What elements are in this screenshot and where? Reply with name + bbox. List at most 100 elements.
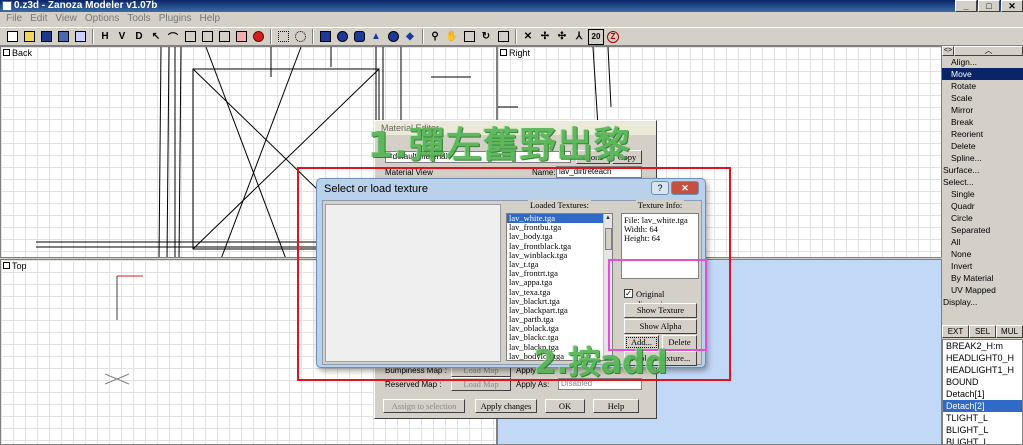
object-list-item[interactable]: Detach[2] (943, 400, 1022, 412)
assign-to-selection-button[interactable]: Assign to selection (383, 399, 465, 413)
toolbar-separator (312, 29, 314, 44)
command-item-single[interactable]: Single (942, 188, 1023, 200)
command-item-select[interactable]: Select... (942, 176, 1023, 188)
minimize-button[interactable]: _ (955, 0, 977, 12)
open-folder-icon[interactable] (21, 29, 37, 45)
menu-bar: File Edit View Options Tools Plugins Hel… (0, 12, 1023, 26)
menu-plugins[interactable]: Plugins (155, 12, 196, 26)
command-item-scale[interactable]: Scale (942, 92, 1023, 104)
command-list: Align... Move Rotate Scale Mirror Break Reorie… (942, 56, 1023, 308)
box-outline-icon[interactable] (216, 29, 232, 45)
view-v-button[interactable]: V (114, 29, 130, 45)
panel-toggle-button[interactable]: <> (942, 46, 954, 56)
help-button[interactable]: Help (593, 399, 639, 413)
box-icon[interactable] (199, 29, 215, 45)
panel-tabs: EXT SEL MUL (942, 325, 1023, 338)
object-list-item[interactable]: Detach[1] (943, 388, 1022, 400)
prim-cylinder-icon[interactable] (351, 29, 367, 45)
ok-button[interactable]: OK (545, 399, 585, 413)
zoom-20-icon[interactable]: 20 (588, 28, 604, 45)
view-cube-icon[interactable] (461, 29, 477, 45)
view-frame-icon[interactable] (495, 29, 511, 45)
view-d-button[interactable]: D (131, 29, 147, 45)
app-window: 0.z3d - Zanoza Modeler v1.07b _ □ ✕ File… (0, 0, 1023, 445)
select-rect-icon[interactable] (275, 29, 291, 45)
save-icon[interactable] (38, 29, 54, 45)
command-item-break[interactable]: Break (942, 116, 1023, 128)
object-list-item[interactable]: HEADLIGHT1_H (943, 364, 1022, 376)
pan-icon[interactable]: ✋ (444, 29, 460, 45)
menu-tools[interactable]: Tools (123, 12, 154, 26)
save-all-icon[interactable] (55, 29, 71, 45)
command-item-reorient[interactable]: Reorient (942, 128, 1023, 140)
command-item-align[interactable]: Align... (942, 56, 1023, 68)
toolbar-separator (270, 29, 272, 44)
toolbar-separator (515, 29, 517, 44)
object-list-item[interactable]: TLIGHT_L (943, 412, 1022, 424)
z-mode-icon[interactable]: Z (605, 29, 621, 45)
window-controls: _ □ ✕ (954, 0, 1023, 12)
menu-view[interactable]: View (51, 12, 81, 26)
view-h-button[interactable]: H (97, 29, 113, 45)
command-item-all[interactable]: All (942, 236, 1023, 248)
prim-cube-icon[interactable] (317, 29, 333, 45)
object-list-item[interactable]: BLIGHT_L (943, 436, 1022, 444)
axis-y-icon[interactable]: ✣ (554, 29, 570, 45)
panel-header: <> ︿ (942, 46, 1023, 56)
import-icon[interactable] (72, 29, 88, 45)
box-fill-icon[interactable] (233, 29, 249, 45)
command-item-delete[interactable]: Delete (942, 140, 1023, 152)
axis-x-icon[interactable]: ✢ (537, 29, 553, 45)
close-button[interactable]: ✕ (1001, 0, 1023, 12)
axis-z-icon[interactable]: ⅄ (571, 29, 587, 45)
cube-icon[interactable] (182, 29, 198, 45)
view-rotate-icon[interactable]: ↻ (478, 29, 494, 45)
object-list-item[interactable]: BREAK2_H:m (943, 340, 1022, 352)
tab-sel[interactable]: SEL (969, 325, 996, 338)
command-item-quadr[interactable]: Quadr (942, 200, 1023, 212)
title-bar[interactable]: 0.z3d - Zanoza Modeler v1.07b _ □ ✕ (0, 0, 1023, 12)
command-item-mirror[interactable]: Mirror (942, 104, 1023, 116)
command-item-none[interactable]: None (942, 248, 1023, 260)
menu-edit[interactable]: Edit (26, 12, 51, 26)
axis-icon[interactable]: ✕ (520, 29, 536, 45)
apply-changes-button[interactable]: Apply changes (475, 399, 537, 413)
zoom-icon[interactable]: ⚲ (427, 29, 443, 45)
command-item-separated[interactable]: Separated (942, 224, 1023, 236)
command-item-by-material[interactable]: By Material (942, 272, 1023, 284)
annotation-step-2: 2.按add (534, 343, 668, 381)
window-title: 0.z3d - Zanoza Modeler v1.07b (14, 0, 158, 11)
command-item-display[interactable]: Display... (942, 296, 1023, 308)
curve-icon[interactable]: ⌒ (165, 29, 181, 45)
toolbar-separator (92, 29, 94, 44)
object-list-item[interactable]: HEADLIGHT0_H (943, 352, 1022, 364)
command-item-invert[interactable]: Invert (942, 260, 1023, 272)
object-list-item[interactable]: BLIGHT_L (943, 424, 1022, 436)
command-item-move[interactable]: Move (942, 68, 1023, 80)
command-item-rotate[interactable]: Rotate (942, 80, 1023, 92)
menu-file[interactable]: File (2, 12, 26, 26)
toolbar: H V D ↖ ⌒ ▲ ◆ ⚲ ✋ ↻ ✕ ✢ ✣ ⅄ 20 Z (0, 27, 1023, 46)
prim-cone-icon[interactable]: ▲ (368, 29, 384, 45)
menu-options[interactable]: Options (81, 12, 123, 26)
new-file-icon[interactable] (4, 29, 20, 45)
command-item-uv-mapped[interactable]: UV Mapped (942, 284, 1023, 296)
command-item-spline[interactable]: Spline... (942, 152, 1023, 164)
tab-mul[interactable]: MUL (996, 325, 1023, 338)
pointer-icon[interactable]: ↖ (148, 29, 164, 45)
select-circle-icon[interactable] (292, 29, 308, 45)
menu-help[interactable]: Help (196, 12, 225, 26)
prim-sphere-icon[interactable] (334, 29, 350, 45)
prim-geo-icon[interactable]: ◆ (402, 29, 418, 45)
tab-ext[interactable]: EXT (942, 325, 969, 338)
app-icon (2, 1, 12, 11)
command-item-circle[interactable]: Circle (942, 212, 1023, 224)
maximize-button[interactable]: □ (978, 0, 1000, 12)
command-item-surface[interactable]: Surface... (942, 164, 1023, 176)
object-list[interactable]: BREAK2_H:m HEADLIGHT0_H HEADLIGHT1_H BOUND D… (942, 339, 1023, 445)
prim-torus-icon[interactable] (385, 29, 401, 45)
command-panel: <> ︿ Align... Move Rotate Scale Mirror Break R… (942, 46, 1023, 445)
sphere-red-icon[interactable] (250, 29, 266, 45)
scroll-up-button[interactable]: ︿ (954, 46, 1023, 56)
object-list-item[interactable]: BOUND (943, 376, 1022, 388)
